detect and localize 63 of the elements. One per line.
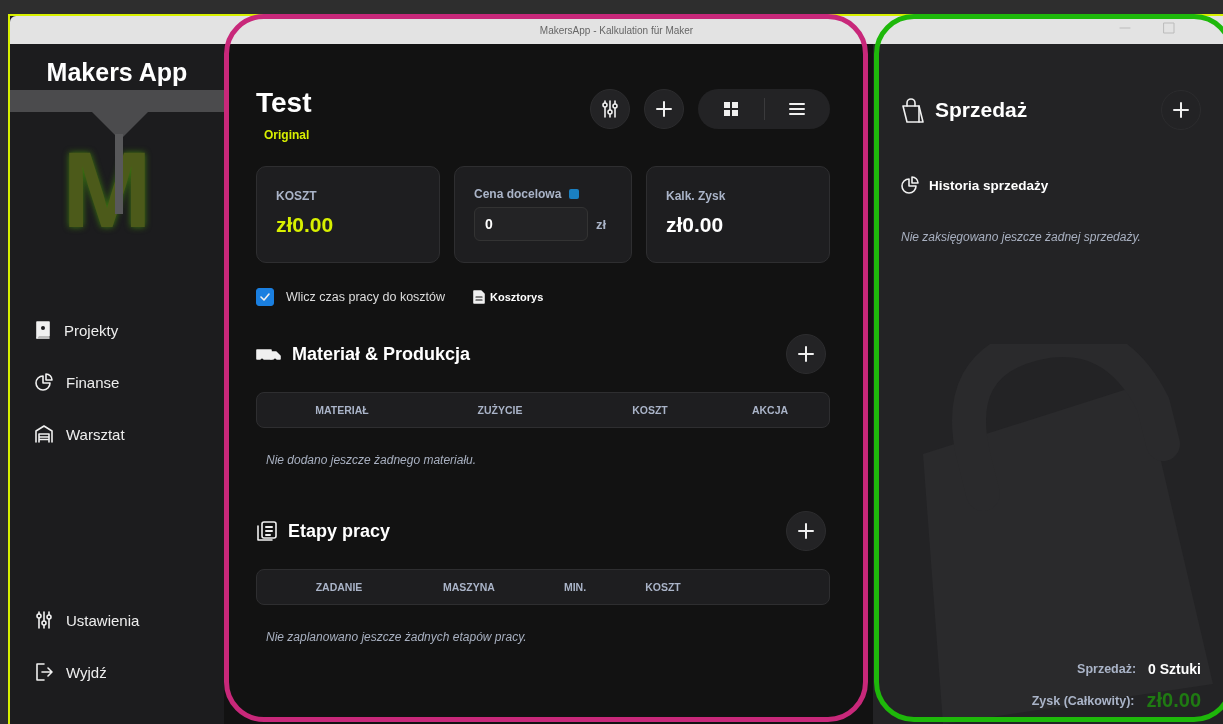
- column-header: KOSZT: [644, 581, 682, 593]
- nav-item[interactable]: Wyjdź: [10, 646, 224, 698]
- add-button[interactable]: [786, 511, 826, 551]
- grid-icon: [722, 101, 739, 117]
- column-header: AKCJA: [750, 404, 790, 416]
- card-value: zł0.00: [276, 213, 335, 237]
- column-header: KOSZT: [631, 404, 669, 416]
- document-icon: [473, 290, 486, 304]
- app-logo: Makers App: [45, 57, 189, 86]
- check-icon: [259, 291, 271, 303]
- add-sale-button[interactable]: [1161, 90, 1201, 130]
- estimate-link[interactable]: Kosztorys: [473, 290, 544, 304]
- nav-item[interactable]: Warsztat: [10, 408, 224, 460]
- add-button[interactable]: [644, 89, 684, 129]
- card-label: Cena docelowa: [474, 187, 562, 201]
- book-icon: [35, 321, 51, 339]
- checkbox[interactable]: [256, 288, 274, 306]
- currency-label: zł: [596, 216, 607, 232]
- sliders-icon: [601, 100, 619, 118]
- price-input[interactable]: 0: [474, 207, 588, 241]
- truck-icon: [256, 346, 282, 362]
- pie-chart-icon: [901, 176, 919, 194]
- exit-icon: [35, 663, 53, 681]
- summary-value: 0 Sztuki: [1148, 661, 1201, 677]
- column-header: ZUŻYCIE: [476, 404, 524, 416]
- maximize-icon: [1163, 22, 1175, 34]
- card-label: KOSZT: [276, 189, 317, 203]
- section-title: Etapy pracy: [288, 520, 391, 542]
- plus-icon: [797, 345, 815, 363]
- column-header: ZADANIE: [314, 581, 364, 593]
- garage-icon: [35, 425, 53, 443]
- window-title: MakersApp - Kalkulation für Maker: [539, 24, 694, 36]
- pie-chart-icon: [35, 373, 53, 391]
- filter-button[interactable]: [590, 89, 630, 129]
- nav-item[interactable]: Ustawienia: [10, 594, 224, 646]
- plus-icon: [655, 100, 673, 118]
- empty-message: Nie dodano jeszcze żadnego materiału.: [266, 453, 478, 467]
- info-icon: [569, 189, 580, 199]
- nav-item[interactable]: Finanse: [10, 356, 224, 408]
- empty-message: Nie zaplanowano jeszcze żadnych etapów pracy.: [266, 630, 528, 644]
- panel-title: Sprzedaż: [935, 98, 1028, 122]
- section-title: Materiał & Produkcja: [292, 343, 471, 365]
- plus-icon: [1172, 101, 1190, 119]
- column-header: MASZYNA: [442, 581, 496, 593]
- clipboard-list-icon: [256, 520, 278, 542]
- project-title: Test: [256, 86, 312, 120]
- summary-label: Sprzedaż:: [1077, 662, 1137, 676]
- card-label: Kalk. Zysk: [666, 189, 726, 203]
- empty-message: Nie zaksięgowano jeszcze żadnej sprzedaży.: [901, 230, 1142, 244]
- project-type-label: Original: [264, 128, 311, 142]
- card-value: zł0.00: [666, 213, 725, 237]
- history-title: Historia sprzedaży: [929, 177, 1049, 193]
- shopping-bag-icon: [901, 97, 925, 123]
- plus-icon: [797, 522, 815, 540]
- column-header: MATERIAŁ: [314, 404, 370, 416]
- checkbox-label: Wlicz czas pracy do kosztów: [286, 290, 446, 304]
- nav-item[interactable]: Projekty: [10, 304, 224, 356]
- summary-label: Zysk (Całkowity):: [1031, 693, 1135, 708]
- add-button[interactable]: [786, 334, 826, 374]
- list-icon: [789, 101, 806, 117]
- summary-value: zł0.00: [1146, 689, 1201, 712]
- column-header: MIN.: [562, 581, 588, 593]
- sliders-icon: [35, 611, 53, 629]
